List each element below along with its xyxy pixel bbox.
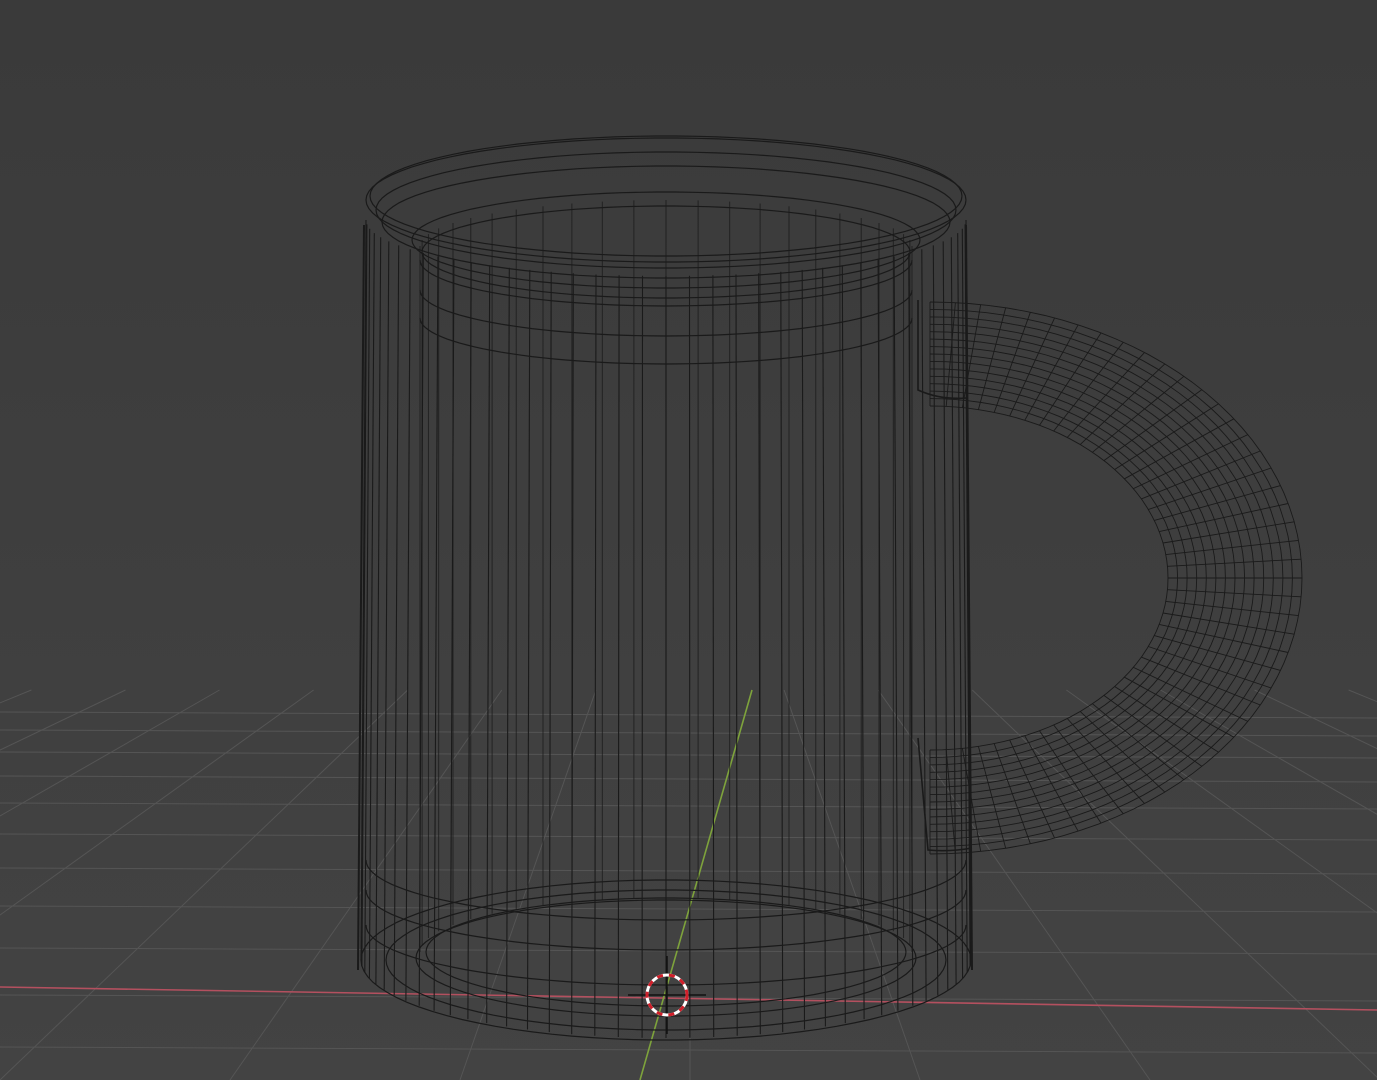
viewport-background bbox=[0, 0, 1377, 1080]
3d-viewport[interactable]: wireframe bbox=[0, 0, 1377, 1080]
viewport-canvas[interactable] bbox=[0, 0, 1377, 1080]
